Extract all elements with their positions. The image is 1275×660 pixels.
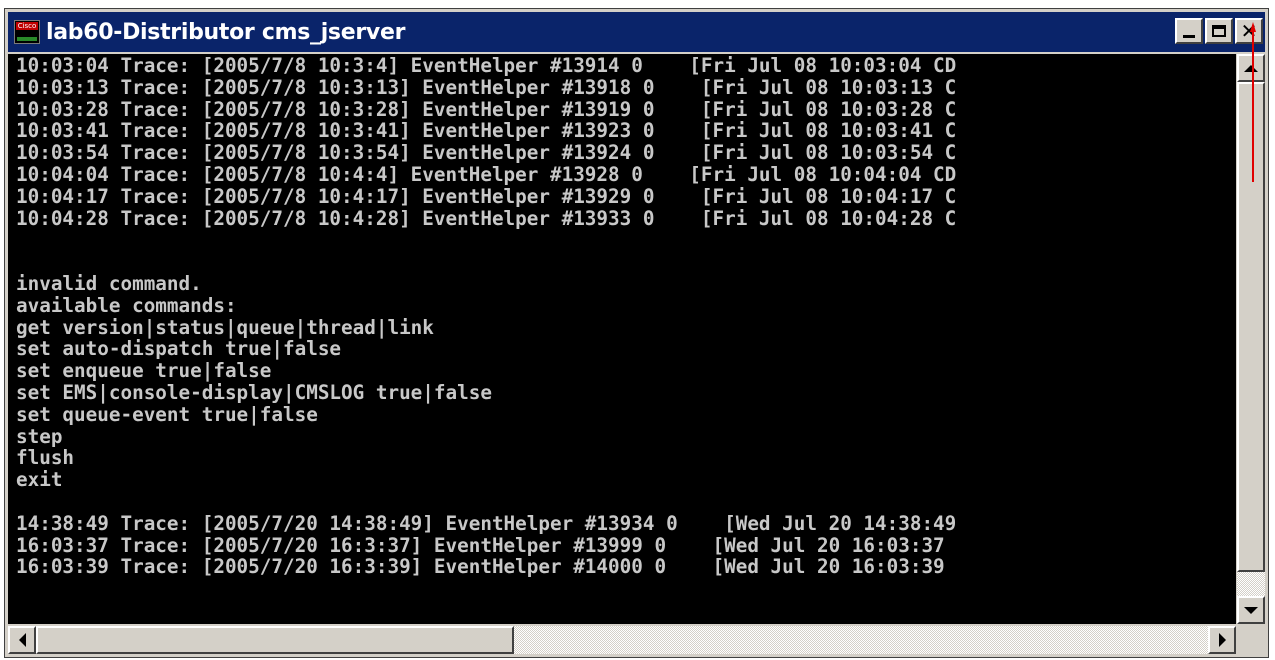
app-icon-label: Cisco <box>16 22 38 30</box>
minimize-button[interactable] <box>1175 18 1203 44</box>
app-icon-graphic <box>17 31 37 41</box>
horizontal-scroll-thumb[interactable] <box>36 626 514 654</box>
console-line: 10:04:17 Trace: [2005/7/8 10:4:17] Event… <box>16 184 957 208</box>
scroll-down-button[interactable] <box>1237 596 1265 624</box>
scrollbar-corner <box>1237 626 1265 654</box>
arrow-down-icon <box>1244 606 1258 614</box>
console-line: get version|status|queue|thread|link <box>16 315 434 339</box>
console-line: 10:03:28 Trace: [2005/7/8 10:3:28] Event… <box>16 97 957 121</box>
console-line: 10:03:04 Trace: [2005/7/8 10:3:4] EventH… <box>16 54 957 77</box>
horizontal-scrollbar[interactable] <box>8 626 1236 654</box>
console-line: set enqueue true|false <box>16 359 272 383</box>
console-line: step <box>16 424 63 448</box>
arrow-right-icon <box>1218 633 1226 647</box>
console-line: set EMS|console-display|CMSLOG true|fals… <box>16 381 492 404</box>
window-title: lab60-Distributor cms_jserver <box>46 19 406 45</box>
console-line: 16:03:39 Trace: [2005/7/20 16:3:39] Even… <box>16 555 945 579</box>
title-bar[interactable]: Cisco lab60-Distributor cms_jserver ✕ <box>8 12 1265 52</box>
console-line: 10:04:28 Trace: [2005/7/8 10:4:28] Event… <box>16 206 957 230</box>
close-button[interactable]: ✕ <box>1235 18 1263 44</box>
console-line: 10:04:04 Trace: [2005/7/8 10:4:4] EventH… <box>16 163 957 186</box>
console-line: 10:03:13 Trace: [2005/7/8 10:3:13] Event… <box>16 75 957 99</box>
app-icon[interactable]: Cisco <box>14 20 40 44</box>
maximize-button[interactable] <box>1205 18 1233 44</box>
maximize-icon <box>1212 25 1226 37</box>
minimize-icon <box>1183 34 1195 38</box>
console-line: available commands: <box>16 293 237 317</box>
scroll-left-button[interactable] <box>8 626 36 654</box>
red-arrow-annotation <box>1250 22 1256 182</box>
console-line: set auto-dispatch true|false <box>16 337 342 361</box>
console-line: 16:03:37 Trace: [2005/7/20 16:3:37] Even… <box>16 533 945 557</box>
console-line: 10:03:54 Trace: [2005/7/8 10:3:54] Event… <box>16 141 957 165</box>
arrow-left-icon <box>18 633 26 647</box>
console-line: flush <box>16 446 75 470</box>
console-line: 14:38:49 Trace: [2005/7/20 14:38:49] Eve… <box>16 511 957 535</box>
console-line: invalid command. <box>16 272 202 295</box>
console-line: set queue-event true|false <box>16 402 318 426</box>
scroll-right-button[interactable] <box>1208 626 1236 654</box>
console-line: exit <box>16 468 63 492</box>
console-line: 10:03:41 Trace: [2005/7/8 10:3:41] Event… <box>16 119 957 143</box>
console-output[interactable]: 10:03:04 Trace: [2005/7/8 10:3:4] EventH… <box>8 54 1236 624</box>
console-window: Cisco lab60-Distributor cms_jserver ✕ 10… <box>4 8 1269 658</box>
